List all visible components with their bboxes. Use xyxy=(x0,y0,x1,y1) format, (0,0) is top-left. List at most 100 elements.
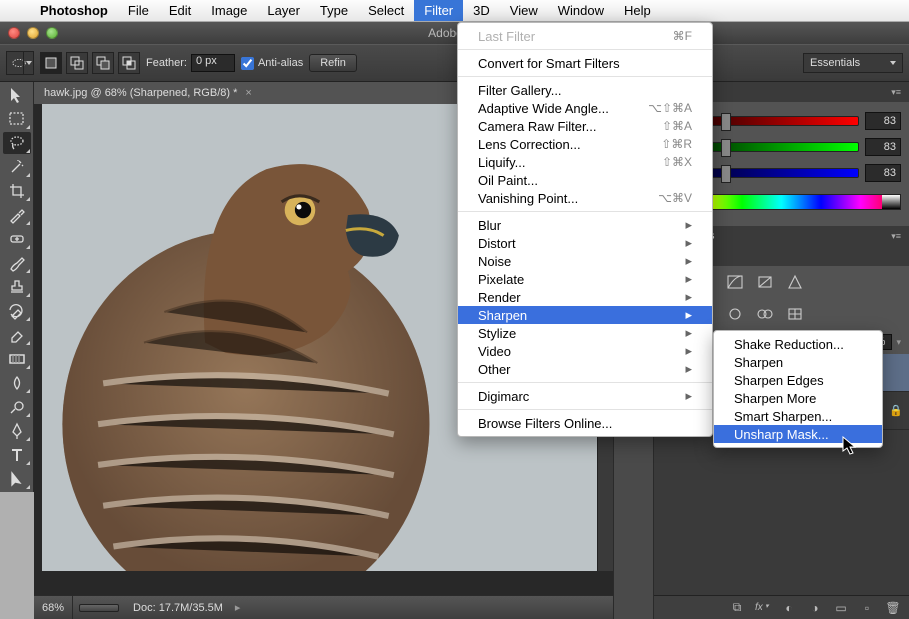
browse-filters-item[interactable]: Browse Filters Online... xyxy=(458,414,712,432)
green-value[interactable]: 83 xyxy=(865,138,901,156)
unsharp-mask-item[interactable]: Unsharp Mask... xyxy=(714,425,882,443)
app-name[interactable]: Photoshop xyxy=(30,3,118,18)
fill-dropdown-arrow[interactable]: ▾ xyxy=(896,337,901,348)
close-button[interactable] xyxy=(8,27,20,39)
tool-preset-picker[interactable] xyxy=(6,51,34,75)
convert-smart-item[interactable]: Convert for Smart Filters xyxy=(458,54,712,72)
brush-tool[interactable] xyxy=(3,252,31,274)
exposure-adj-icon[interactable] xyxy=(754,272,776,292)
vanishing-point-item[interactable]: Vanishing Point...⌥⌘V xyxy=(458,189,712,207)
minimize-button[interactable] xyxy=(27,27,39,39)
zoom-button[interactable] xyxy=(46,27,58,39)
close-tab-icon[interactable]: × xyxy=(245,87,251,99)
marquee-tool[interactable] xyxy=(3,108,31,130)
menu-type[interactable]: Type xyxy=(310,0,358,21)
sel-intersect-button[interactable] xyxy=(118,52,140,74)
pixelate-submenu[interactable]: Pixelate xyxy=(458,270,712,288)
smart-sharpen-item[interactable]: Smart Sharpen... xyxy=(714,407,882,425)
link-layers-icon[interactable]: ⧉ xyxy=(729,600,745,615)
healing-tool[interactable] xyxy=(3,228,31,250)
status-bar: 68% Doc: 17.7M/35.5M xyxy=(34,595,613,619)
menu-window[interactable]: Window xyxy=(548,0,614,21)
pen-tool[interactable] xyxy=(3,420,31,442)
menu-3d[interactable]: 3D xyxy=(463,0,500,21)
oil-paint-item[interactable]: Oil Paint... xyxy=(458,171,712,189)
new-layer-icon[interactable]: ▫ xyxy=(859,601,875,615)
menu-select[interactable]: Select xyxy=(358,0,414,21)
menu-file[interactable]: File xyxy=(118,0,159,21)
blur-submenu[interactable]: Blur xyxy=(458,216,712,234)
antialias-input[interactable] xyxy=(241,57,254,70)
sharpen-more-item[interactable]: Sharpen More xyxy=(714,389,882,407)
move-tool[interactable] xyxy=(3,84,31,106)
menu-view[interactable]: View xyxy=(500,0,548,21)
adjustment-layer-icon[interactable]: ◑ xyxy=(807,601,823,615)
feather-group: Feather: 0 px xyxy=(146,54,235,72)
zoom-level[interactable]: 68% xyxy=(34,596,73,619)
mac-menubar: Photoshop File Edit Image Layer Type Sel… xyxy=(0,0,909,22)
sel-new-button[interactable] xyxy=(40,52,62,74)
filter-gallery-item[interactable]: Filter Gallery... xyxy=(458,81,712,99)
menu-layer[interactable]: Layer xyxy=(257,0,310,21)
vibrance-adj-icon[interactable] xyxy=(784,272,806,292)
doc-size-readout: Doc: 17.7M/35.5M xyxy=(125,602,231,614)
liquify-item[interactable]: Liquify...⇧⌘X xyxy=(458,153,712,171)
refine-edge-button[interactable]: Refin xyxy=(309,54,357,72)
eraser-tool[interactable] xyxy=(3,324,31,346)
sharpen-edges-item[interactable]: Sharpen Edges xyxy=(714,371,882,389)
menu-edit[interactable]: Edit xyxy=(159,0,201,21)
sharpen-item[interactable]: Sharpen xyxy=(714,353,882,371)
stylize-submenu[interactable]: Stylize xyxy=(458,324,712,342)
status-scrub[interactable] xyxy=(79,604,119,612)
photofilter-adj-icon[interactable] xyxy=(724,304,746,324)
lasso-tool[interactable] xyxy=(3,132,31,154)
sharpen-submenu[interactable]: Sharpen xyxy=(458,306,712,324)
noise-submenu[interactable]: Noise xyxy=(458,252,712,270)
history-brush-tool[interactable] xyxy=(3,300,31,322)
sel-add-button[interactable] xyxy=(66,52,88,74)
fx-icon[interactable]: fx▾ xyxy=(755,602,771,613)
shake-reduction-item[interactable]: Shake Reduction... xyxy=(714,335,882,353)
document-tab-label: hawk.jpg @ 68% (Sharpened, RGB/8) * xyxy=(44,87,237,99)
dodge-tool[interactable] xyxy=(3,396,31,418)
antialias-checkbox[interactable]: Anti-alias xyxy=(241,57,303,70)
trash-icon[interactable]: 🗑 xyxy=(885,601,901,615)
stamp-tool[interactable] xyxy=(3,276,31,298)
curves-adj-icon[interactable] xyxy=(724,272,746,292)
layers-footer: ⧉ fx▾ ◐ ◑ ▭ ▫ 🗑 xyxy=(654,595,909,619)
camera-raw-filter-item[interactable]: Camera Raw Filter...⇧⌘A xyxy=(458,117,712,135)
blur-tool[interactable] xyxy=(3,372,31,394)
other-submenu[interactable]: Other xyxy=(458,360,712,378)
adaptive-wide-angle-item[interactable]: Adaptive Wide Angle...⌥⇧⌘A xyxy=(458,99,712,117)
group-icon[interactable]: ▭ xyxy=(833,601,849,615)
mask-icon[interactable]: ◐ xyxy=(781,601,797,615)
sel-subtract-button[interactable] xyxy=(92,52,114,74)
panel-menu-icon[interactable]: ▾≡ xyxy=(891,87,901,98)
feather-field[interactable]: 0 px xyxy=(191,54,235,72)
feather-label: Feather: xyxy=(146,57,187,69)
type-tool[interactable] xyxy=(3,444,31,466)
workspace-switcher[interactable]: Essentials xyxy=(803,53,903,73)
crop-tool[interactable] xyxy=(3,180,31,202)
menu-help[interactable]: Help xyxy=(614,0,661,21)
wand-tool[interactable] xyxy=(3,156,31,178)
status-menu-arrow[interactable] xyxy=(235,601,241,614)
red-value[interactable]: 83 xyxy=(865,112,901,130)
digimarc-submenu[interactable]: Digimarc xyxy=(458,387,712,405)
lens-correction-item[interactable]: Lens Correction...⇧⌘R xyxy=(458,135,712,153)
menu-image[interactable]: Image xyxy=(201,0,257,21)
blue-value[interactable]: 83 xyxy=(865,164,901,182)
eyedropper-tool[interactable] xyxy=(3,204,31,226)
menu-filter[interactable]: Filter xyxy=(414,0,463,21)
distort-submenu[interactable]: Distort xyxy=(458,234,712,252)
render-submenu[interactable]: Render xyxy=(458,288,712,306)
path-sel-tool[interactable] xyxy=(3,468,31,490)
adjust-menu-icon[interactable]: ▾≡ xyxy=(891,231,901,242)
video-submenu[interactable]: Video xyxy=(458,342,712,360)
chmixer-adj-icon[interactable] xyxy=(754,304,776,324)
lookup-adj-icon[interactable] xyxy=(784,304,806,324)
last-filter-item: Last Filter⌘F xyxy=(458,27,712,45)
selection-mode-group xyxy=(40,52,140,74)
gradient-tool[interactable] xyxy=(3,348,31,370)
traffic-lights xyxy=(0,27,58,39)
